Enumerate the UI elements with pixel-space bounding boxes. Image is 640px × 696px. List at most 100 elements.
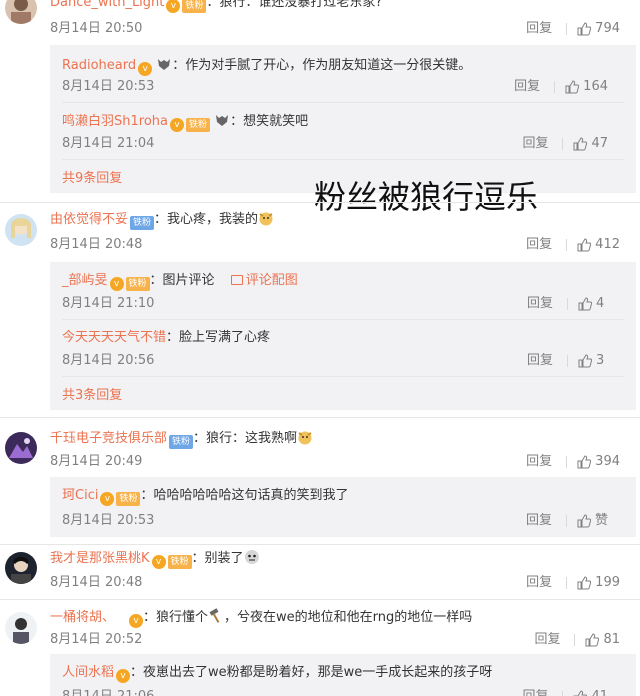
reply-button[interactable]: 回复: [514, 78, 540, 96]
fan-badge: 铁粉: [182, 0, 207, 13]
fan-badge: 铁粉: [167, 555, 192, 569]
reply-actions: 回复 4: [527, 295, 608, 313]
avatar[interactable]: [5, 552, 37, 584]
reply-button[interactable]: 回复: [522, 135, 548, 153]
fan-badge: 铁粉: [116, 492, 141, 506]
verified-icon: v: [100, 492, 115, 506]
face-emoji-icon: [244, 550, 259, 564]
reply-button[interactable]: 回复: [527, 295, 553, 313]
reply-text: ：想笑就笑吧: [230, 114, 309, 129]
wolf-emoji-icon: [216, 115, 229, 126]
comment-username[interactable]: 由依觉得不妥: [50, 212, 128, 227]
fan-badge: 铁粉: [130, 216, 155, 230]
like-icon[interactable]: [577, 455, 592, 469]
reply-text-row: Radioheard v ：作为对手腻了开心，作为朋友知道这一分很关键。: [62, 56, 471, 76]
reply-username[interactable]: 珂Cici: [62, 488, 98, 503]
more-replies-link[interactable]: 共9条回复: [62, 170, 122, 188]
reply-username[interactable]: 今天天天天气不错: [62, 330, 166, 345]
overlay-caption: 粉丝被狼行逗乐: [314, 178, 539, 216]
verified-icon: v: [109, 277, 124, 291]
avatar[interactable]: [5, 612, 37, 644]
reply-button[interactable]: 回复: [526, 574, 552, 592]
like-icon[interactable]: [578, 354, 592, 368]
comment-text-row: 我才是那张黑桃K v 铁粉 ：别装了: [50, 549, 260, 569]
like-icon[interactable]: [573, 137, 588, 151]
fan-badge: 铁粉: [185, 118, 210, 132]
reply-button[interactable]: 回复: [526, 512, 552, 530]
reply-username[interactable]: 人间水稻: [62, 665, 114, 680]
divider: [0, 599, 640, 600]
comment-text: ：狼行懂个: [143, 610, 209, 625]
fan-badge: 铁粉: [125, 277, 150, 291]
fan-badge: 铁粉: [169, 435, 194, 449]
reply-time: 8月14日 21:04: [62, 136, 155, 151]
divider: [0, 417, 640, 418]
like-icon[interactable]: [577, 576, 592, 590]
like-count: 3: [596, 353, 605, 368]
reply-username[interactable]: _部屿旻: [62, 273, 108, 288]
comment-time: 8月14日 20:48: [50, 575, 143, 590]
like-count: 412: [595, 237, 620, 252]
comment-actions: 回复 199: [526, 574, 620, 592]
divider: [0, 202, 640, 203]
comment-time: 8月14日 20:49: [50, 454, 143, 469]
reply-time: 8月14日 21:10: [62, 296, 155, 311]
avatar[interactable]: [5, 432, 37, 464]
comment-username[interactable]: 我才是那张黑桃K: [50, 551, 150, 566]
like-icon[interactable]: [577, 514, 591, 528]
reply-username[interactable]: Radioheard: [62, 58, 136, 73]
verified-icon: v: [151, 555, 166, 569]
like-icon[interactable]: [585, 633, 600, 647]
reply-button[interactable]: 回复: [534, 631, 560, 649]
comment-actions: 回复 794: [526, 20, 620, 38]
comment-username[interactable]: 一桶将胡、: [50, 610, 115, 625]
reply-text-row: 今天天天天气不错：脸上写满了心疼: [62, 329, 270, 347]
comment-username[interactable]: 千珏电子竞技俱乐部: [50, 431, 167, 446]
like-icon[interactable]: [578, 297, 592, 311]
comment-time: 8月14日 20:52: [50, 632, 143, 647]
reply-text-row: 人间水稻 v ：夜崽出去了we粉都是盼着好，那是we一手成长起来的孩子呀: [62, 664, 492, 683]
comment-text-row: Dance_with_Light v 铁粉 ：狼行：谁还没暴打过老东家?: [50, 0, 382, 13]
reply-text-row: 鸣濑白羽Sh1roha v 铁粉 ：想笑就笑吧: [62, 112, 308, 132]
comment-text: ：狼行：这我熟啊: [193, 431, 298, 446]
reply-actions: 回复 41: [522, 688, 608, 696]
image-icon: [230, 275, 243, 285]
wolf-emoji-icon: [158, 59, 171, 70]
reply-text-row: 珂Cici v 铁粉 ：哈哈哈哈哈哈这句话真的笑到我了: [62, 487, 348, 506]
reply-text: ：图片评论: [149, 273, 215, 288]
divider: [62, 319, 624, 320]
verified-icon: v: [166, 0, 181, 13]
comment-actions: 回复 81: [534, 631, 620, 649]
view-image-link[interactable]: 评论配图: [246, 273, 298, 288]
like-count: 4: [596, 296, 605, 311]
like-icon[interactable]: [577, 22, 592, 36]
reply-time: 8月14日 20:56: [62, 353, 155, 368]
reply-button[interactable]: 回复: [526, 236, 552, 254]
avatar[interactable]: [5, 214, 37, 246]
comment-text: ：狼行：谁还没暴打过老东家?: [206, 0, 383, 10]
doge-emoji-icon: [298, 431, 312, 445]
verified-icon: v: [138, 62, 153, 76]
reply-actions: 回复 赞: [526, 512, 608, 530]
reply-actions: 回复 47: [522, 135, 608, 153]
avatar[interactable]: [5, 0, 37, 24]
reply-username[interactable]: 鸣濑白羽Sh1roha: [62, 114, 168, 129]
reply-time: 8月14日 21:06: [62, 688, 154, 696]
reply-actions: 回复 164: [514, 78, 608, 96]
like-icon[interactable]: [565, 80, 580, 94]
reply-button[interactable]: 回复: [522, 688, 548, 696]
comment-username[interactable]: Dance_with_Light: [50, 0, 164, 10]
comment-text-row: 一桶将胡、 v ：狼行懂个 ，兮夜在we的地位和他在rng的地位一样吗: [50, 608, 472, 628]
comment-time: 8月14日 20:48: [50, 237, 143, 252]
comment-text: ：别装了: [191, 551, 244, 566]
reply-button[interactable]: 回复: [526, 453, 552, 471]
like-icon[interactable]: [573, 690, 588, 696]
like-count: 47: [591, 136, 608, 151]
verified-icon: v: [129, 614, 144, 628]
reply-button[interactable]: 回复: [527, 352, 553, 370]
like-count: 794: [595, 21, 620, 36]
verified-icon: v: [169, 118, 184, 132]
like-icon[interactable]: [577, 238, 592, 252]
reply-button[interactable]: 回复: [526, 20, 552, 38]
more-replies-link[interactable]: 共3条回复: [62, 387, 122, 405]
